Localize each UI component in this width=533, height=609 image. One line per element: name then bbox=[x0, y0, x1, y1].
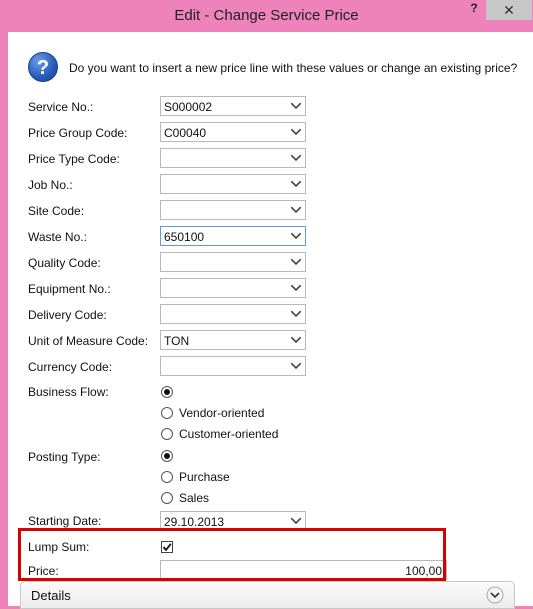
vendor-oriented-label: Vendor-oriented bbox=[179, 406, 265, 420]
customer-oriented-label: Customer-oriented bbox=[179, 427, 279, 441]
title-bar: Edit - Change Service Price ? ✕ bbox=[0, 0, 533, 32]
sales-label: Sales bbox=[179, 491, 210, 505]
currency-code-label: Currency Code: bbox=[28, 360, 113, 374]
starting-date-label: Starting Date: bbox=[28, 514, 102, 528]
chevron-down-icon[interactable] bbox=[289, 97, 303, 115]
waste-no-value: 650100 bbox=[164, 230, 205, 244]
business-flow-label: Business Flow: bbox=[28, 385, 109, 399]
price-type-code-field[interactable] bbox=[160, 148, 306, 168]
details-fasttab[interactable]: Details bbox=[20, 581, 515, 609]
purchase-radio[interactable] bbox=[161, 471, 173, 483]
chevron-down-icon[interactable] bbox=[289, 279, 303, 297]
question-icon: ? bbox=[28, 52, 58, 82]
price-group-code-field[interactable]: C00040 bbox=[160, 122, 306, 142]
chevron-down-icon[interactable] bbox=[289, 305, 303, 323]
service-no-value: S000002 bbox=[164, 100, 213, 114]
unit-of-measure-code-value: TON bbox=[164, 334, 190, 348]
job-no-label: Job No.: bbox=[28, 178, 73, 192]
chevron-down-icon[interactable] bbox=[289, 227, 303, 245]
waste-no-label: Waste No.: bbox=[28, 230, 87, 244]
chevron-down-icon[interactable] bbox=[289, 253, 303, 271]
quality-code-field[interactable] bbox=[160, 252, 306, 272]
equipment-no-label: Equipment No.: bbox=[28, 282, 111, 296]
chevron-down-icon[interactable] bbox=[289, 331, 303, 349]
posting-type-blank-radio[interactable] bbox=[161, 450, 173, 462]
delivery-code-label: Delivery Code: bbox=[28, 308, 107, 322]
chevron-down-icon[interactable] bbox=[289, 201, 303, 219]
close-button[interactable]: ✕ bbox=[486, 0, 532, 20]
waste-no-field[interactable]: 650100 bbox=[160, 226, 306, 246]
vendor-oriented-radio[interactable] bbox=[161, 407, 173, 419]
posting-type-label: Posting Type: bbox=[28, 450, 101, 464]
delivery-code-field[interactable] bbox=[160, 304, 306, 324]
help-button[interactable]: ? bbox=[466, 1, 482, 15]
site-code-field[interactable] bbox=[160, 200, 306, 220]
service-no-field[interactable]: S000002 bbox=[160, 96, 306, 116]
sales-radio[interactable] bbox=[161, 492, 173, 504]
business-flow-blank-radio[interactable] bbox=[161, 386, 173, 398]
purchase-label: Purchase bbox=[179, 470, 230, 484]
job-no-field[interactable] bbox=[160, 174, 306, 194]
price-group-code-label: Price Group Code: bbox=[28, 126, 128, 140]
dialog-question: Do you want to insert a new price line w… bbox=[69, 61, 518, 75]
unit-of-measure-code-field[interactable]: TON bbox=[160, 330, 306, 350]
service-no-label: Service No.: bbox=[28, 100, 94, 114]
chevron-down-circle-icon[interactable] bbox=[486, 586, 504, 604]
details-label: Details bbox=[31, 588, 71, 603]
chevron-down-icon[interactable] bbox=[289, 149, 303, 167]
chevron-down-icon[interactable] bbox=[289, 175, 303, 193]
currency-code-field[interactable] bbox=[160, 356, 306, 376]
highlight-box bbox=[18, 528, 446, 581]
customer-oriented-radio[interactable] bbox=[161, 428, 173, 440]
chevron-down-icon[interactable] bbox=[289, 357, 303, 375]
equipment-no-field[interactable] bbox=[160, 278, 306, 298]
window-title: Edit - Change Service Price bbox=[174, 7, 359, 24]
starting-date-value: 29.10.2013 bbox=[164, 515, 225, 529]
site-code-label: Site Code: bbox=[28, 204, 85, 218]
quality-code-label: Quality Code: bbox=[28, 256, 101, 270]
chevron-down-icon[interactable] bbox=[289, 123, 303, 141]
unit-of-measure-code-label: Unit of Measure Code: bbox=[28, 334, 149, 348]
price-type-code-label: Price Type Code: bbox=[28, 152, 120, 166]
price-group-code-value: C00040 bbox=[164, 126, 207, 140]
